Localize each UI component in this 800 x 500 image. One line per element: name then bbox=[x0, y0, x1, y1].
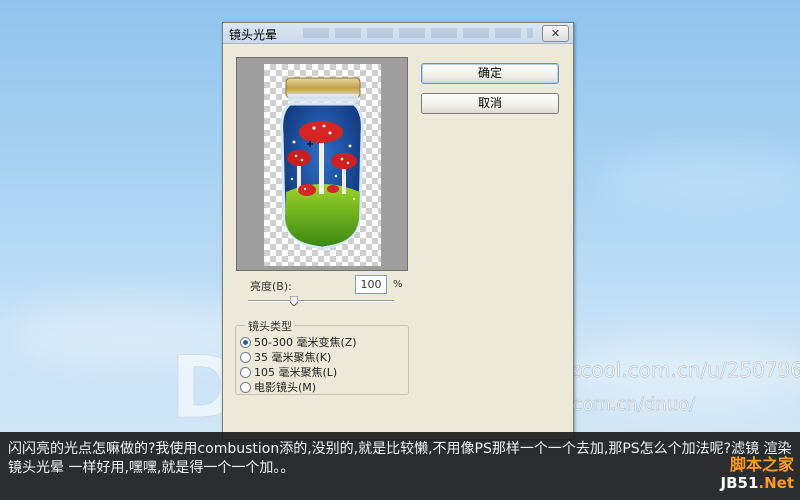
radio-lens-35[interactable]: 35 毫米聚焦(K) bbox=[240, 349, 331, 364]
flare-preview[interactable] bbox=[236, 57, 408, 271]
radio-icon bbox=[240, 351, 251, 363]
brightness-slider-thumb[interactable] bbox=[290, 296, 298, 306]
radio-lens-movie[interactable]: 电影镜头(M) bbox=[240, 379, 316, 394]
radio-lens-50-300[interactable]: 50-300 毫米变焦(Z) bbox=[240, 334, 357, 349]
radio-lens-105[interactable]: 105 毫米聚焦(L) bbox=[240, 364, 337, 379]
jar-image bbox=[280, 77, 364, 250]
dialog-titlebar[interactable]: 镜头光晕 ✕ bbox=[223, 23, 573, 44]
dialog-title: 镜头光晕 bbox=[229, 28, 278, 42]
brightness-slider-track[interactable] bbox=[248, 300, 394, 302]
site-logo-name: 脚本之家 bbox=[729, 455, 794, 474]
lens-flare-dialog: 镜头光晕 ✕ 确定 取消 亮度(B): 100 % 镜头类型 50-300 毫米… bbox=[222, 22, 574, 440]
radio-icon bbox=[240, 366, 251, 378]
caption-text: 闪闪亮的光点怎嘛做的?我使用combustion添的,没别的,就是比较懒,不用像… bbox=[8, 441, 792, 476]
radio-icon bbox=[240, 381, 251, 393]
brightness-unit: % bbox=[393, 279, 403, 290]
close-button[interactable]: ✕ bbox=[542, 25, 569, 42]
ok-button[interactable]: 确定 bbox=[421, 63, 559, 84]
radio-selected-icon bbox=[240, 336, 251, 348]
titlebar-ghost bbox=[303, 28, 533, 38]
site-logo-domain: JB51.Net bbox=[720, 474, 795, 492]
lens-type-title: 镜头类型 bbox=[245, 318, 295, 334]
close-icon: ✕ bbox=[550, 27, 561, 40]
preview-transparency-grid bbox=[264, 64, 381, 266]
brightness-label: 亮度(B): bbox=[250, 280, 292, 293]
site-logo: 脚本之家 JB51.Net bbox=[720, 455, 795, 493]
brightness-input[interactable]: 100 bbox=[355, 275, 387, 294]
cancel-button[interactable]: 取消 bbox=[421, 93, 559, 114]
